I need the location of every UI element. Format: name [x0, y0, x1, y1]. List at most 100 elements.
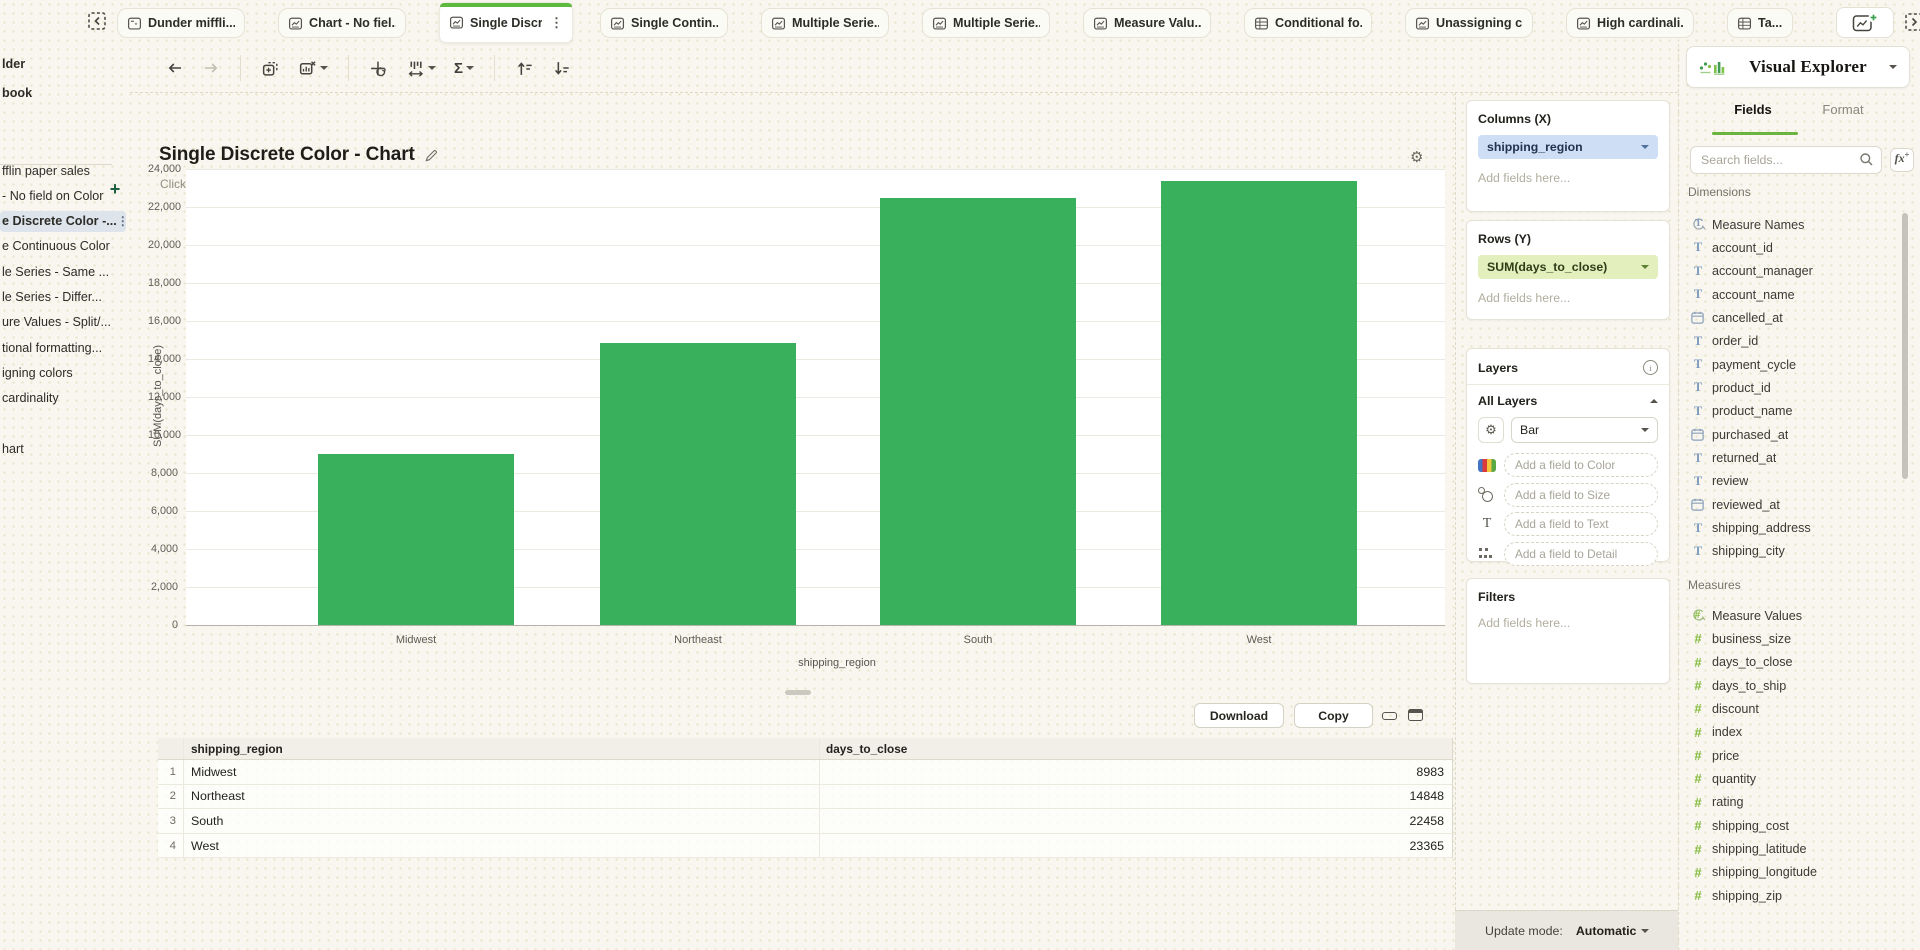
delete-cell-button[interactable]: [292, 54, 334, 82]
tab-menu-icon[interactable]: ⋮: [548, 15, 563, 31]
measure-shipping-cost[interactable]: #shipping_cost: [1690, 815, 1902, 836]
tab-dunder-miffli[interactable]: *Dunder miffli...: [117, 8, 245, 38]
tab-high-cardinali[interactable]: High cardinali...: [1566, 8, 1694, 38]
layer-settings-button[interactable]: ⚙: [1478, 417, 1504, 443]
sidebar-item-ure-values-split[interactable]: ure Values - Split/...: [0, 312, 126, 333]
tab-format[interactable]: Format: [1808, 102, 1878, 117]
info-icon[interactable]: i: [1643, 360, 1658, 375]
forward-button[interactable]: [196, 54, 226, 82]
table-tab-icon: [1737, 16, 1752, 31]
tab-fields[interactable]: Fields: [1718, 102, 1788, 117]
sort-ascending-button[interactable]: [509, 54, 540, 82]
update-mode-select[interactable]: Automatic: [1570, 923, 1656, 939]
collapse-tabs-button[interactable]: [83, 8, 111, 36]
add-field-to-color[interactable]: Add a field to Color: [1504, 453, 1658, 477]
chart-resize-handle[interactable]: [785, 690, 811, 695]
columns-x-pill[interactable]: shipping_region: [1478, 135, 1658, 159]
tab-single-discret[interactable]: Single Discret...⋮: [439, 2, 573, 43]
measure-business-size[interactable]: #business_size: [1690, 628, 1902, 649]
measure-index[interactable]: #index: [1690, 722, 1902, 743]
bar-south[interactable]: [880, 198, 1076, 625]
add-field-to-size[interactable]: Add a field to Size: [1504, 483, 1658, 507]
measure-measure-values[interactable]: #Measure Values: [1690, 605, 1902, 626]
tab-chart-no-fiel[interactable]: Chart - No fiel...: [278, 8, 406, 38]
bar-west[interactable]: [1161, 181, 1357, 625]
sidebar-item-e-discrete-color[interactable]: e Discrete Color -...⋮: [0, 211, 126, 232]
dimension-product-name[interactable]: Tproduct_name: [1690, 401, 1902, 422]
sidebar-item-tional-formatting[interactable]: tional formatting...: [0, 338, 126, 359]
dimension-measure-names[interactable]: TMeasure Names: [1690, 214, 1902, 235]
sidebar-item-book[interactable]: book: [2, 84, 32, 102]
bar-northeast[interactable]: [600, 343, 796, 625]
sidebar-item-fflin-paper-sales[interactable]: fflin paper sales: [0, 161, 126, 182]
tab-conditional-fo[interactable]: Conditional fo...: [1244, 8, 1372, 38]
download-button[interactable]: Download: [1194, 703, 1284, 728]
search-fields-input[interactable]: [1690, 146, 1882, 174]
tab-single-contin[interactable]: Single Contin...: [600, 8, 728, 38]
sidebar-item-hart[interactable]: hart: [0, 439, 126, 460]
sidebar-item-no-field-on-color[interactable]: - No field on Color: [0, 186, 126, 207]
fields-scrollbar[interactable]: [1902, 213, 1908, 479]
dimension-account-manager[interactable]: Taccount_manager: [1690, 261, 1902, 282]
swap-axes-button[interactable]: [363, 54, 394, 82]
new-chart-button[interactable]: [1836, 7, 1894, 38]
sidebar-item-le-series-same[interactable]: le Series - Same ...: [0, 262, 126, 283]
dimension-shipping-address[interactable]: Tshipping_address: [1690, 518, 1902, 539]
dimension-review[interactable]: Treview: [1690, 471, 1902, 492]
dimension-payment-cycle[interactable]: Tpayment_cycle: [1690, 354, 1902, 375]
measure-days-to-ship[interactable]: #days_to_ship: [1690, 675, 1902, 696]
measure-discount[interactable]: #discount: [1690, 698, 1902, 719]
rows-y-dropzone[interactable]: Add fields here...: [1478, 291, 1658, 305]
visual-explorer-header[interactable]: Visual Explorer: [1686, 46, 1910, 88]
maximize-results-icon[interactable]: [1408, 709, 1423, 721]
add-field-to-text[interactable]: Add a field to Text: [1504, 512, 1658, 536]
bar-midwest[interactable]: [318, 454, 514, 625]
sort-descending-button[interactable]: [546, 54, 577, 82]
dimension-cancelled-at[interactable]: cancelled_at: [1690, 307, 1902, 328]
add-field-to-detail[interactable]: Add a field to Detail: [1504, 542, 1658, 566]
tab-multiple-serie[interactable]: Multiple Serie...: [761, 8, 889, 38]
cell-toolbar: Σ: [148, 44, 1455, 92]
tab-measure-valu[interactable]: Measure Valu...: [1083, 8, 1211, 38]
measure-shipping-longitude[interactable]: #shipping_longitude: [1690, 862, 1902, 883]
tab-multiple-serie[interactable]: Multiple Serie...: [922, 8, 1050, 38]
filters-dropzone[interactable]: Add fields here...: [1478, 616, 1658, 630]
expand-panel-button[interactable]: [1902, 9, 1920, 36]
dimension-account-name[interactable]: Taccount_name: [1690, 284, 1902, 305]
dimension-returned-at[interactable]: Treturned_at: [1690, 448, 1902, 469]
tab-ta[interactable]: Ta...: [1727, 8, 1793, 38]
dimension-order-id[interactable]: Torder_id: [1690, 331, 1902, 352]
tab-menu-icon[interactable]: ⋮: [117, 211, 126, 232]
measure-price[interactable]: #price: [1690, 745, 1902, 766]
sidebar-item-e-continuous-color[interactable]: e Continuous Color: [0, 236, 126, 257]
dimension-product-id[interactable]: Tproduct_id: [1690, 377, 1902, 398]
measure-quantity[interactable]: #quantity: [1690, 768, 1902, 789]
sidebar-item-igning-colors[interactable]: igning colors: [0, 363, 126, 384]
dimension-reviewed-at[interactable]: reviewed_at: [1690, 494, 1902, 515]
mark-type-select[interactable]: Bar: [1511, 417, 1658, 443]
dimension-account-id[interactable]: Taccount_id: [1690, 237, 1902, 258]
rows-y-pill[interactable]: SUM(days_to_close): [1478, 255, 1658, 279]
dimension-shipping-city[interactable]: Tshipping_city: [1690, 541, 1902, 562]
measure-shipping-zip[interactable]: #shipping_zip: [1690, 885, 1902, 906]
aggregate-button[interactable]: Σ: [448, 54, 480, 82]
chart-title[interactable]: Single Discrete Color - Chart: [159, 144, 415, 166]
minimize-results-icon[interactable]: [1382, 712, 1397, 720]
back-button[interactable]: [160, 54, 190, 82]
sidebar-item-le-series-differ[interactable]: le Series - Differ...: [0, 287, 126, 308]
measure-shipping-latitude[interactable]: #shipping_latitude: [1690, 839, 1902, 860]
columns-x-dropzone[interactable]: Add fields here...: [1478, 171, 1658, 185]
dimension-purchased-at[interactable]: purchased_at: [1690, 424, 1902, 445]
duplicate-cell-button[interactable]: [255, 54, 286, 82]
bar-width-button[interactable]: [400, 54, 442, 82]
tab-unassigning-c[interactable]: Unassigning c...: [1405, 8, 1533, 38]
all-layers-toggle[interactable]: All Layers: [1478, 394, 1658, 408]
copy-button[interactable]: Copy: [1294, 703, 1373, 728]
chart-settings-button[interactable]: ⚙: [1410, 148, 1423, 166]
edit-title-icon[interactable]: [424, 148, 439, 163]
measure-days-to-close[interactable]: #days_to_close: [1690, 652, 1902, 673]
measure-rating[interactable]: #rating: [1690, 792, 1902, 813]
sidebar-item-cardinality[interactable]: cardinality: [0, 388, 126, 409]
add-formula-field-button[interactable]: fx+: [1890, 148, 1914, 172]
sidebar-item-lder[interactable]: lder: [2, 55, 25, 73]
